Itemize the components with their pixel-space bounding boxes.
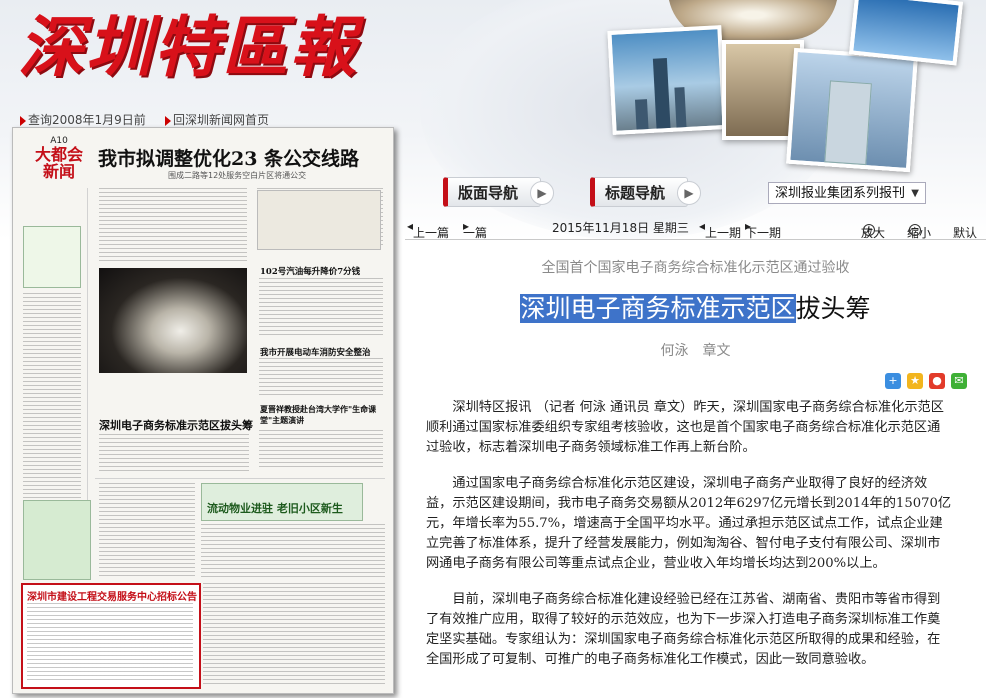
prev-article-link[interactable]: ◂ 上一篇 — [407, 219, 449, 240]
newspaper-select-value: 深圳报业集团系列报刊 — [775, 186, 906, 201]
ad-text — [27, 603, 193, 683]
layout-nav-label: 版面导航 — [458, 184, 519, 202]
article-title-highlighted: 深圳电子商务标准示范区 — [520, 294, 796, 323]
title-nav-label: 标题导航 — [605, 184, 666, 202]
ecommerce-story-text — [99, 434, 249, 474]
thumb-headline[interactable]: 我市拟调整优化23 条公交线路 — [98, 144, 359, 171]
query-archive-link[interactable]: 查询2008年1月9日前 — [20, 111, 146, 128]
thumb-story-ebike[interactable]: 我市开展电动车消防安全整治 — [260, 346, 371, 358]
prev-issue-link[interactable]: ◂ 上一期 — [699, 219, 741, 240]
query-archive-label[interactable]: 查询2008年1月9日前 — [28, 113, 146, 127]
article-body: 深圳特区报讯 （记者 何泳 通讯员 章文）昨天，深圳国家电子商务综合标准化示范区… — [426, 398, 952, 686]
title-nav-button[interactable]: 标题导航 ▶ — [590, 177, 701, 207]
article-paragraph: 目前，深圳电子商务综合标准化建设经验已经在江苏省、湖南省、贵阳市等省市得到了有效… — [426, 592, 941, 667]
property-story-text — [201, 524, 385, 580]
ballet-performance-photo — [99, 268, 247, 373]
issue-date: 2015年11月18日 星期三 — [552, 221, 689, 235]
home-link-label[interactable]: 回深圳新闻网首页 — [173, 113, 269, 127]
weather-box — [23, 226, 81, 288]
arrow-right-icon: ▶ — [677, 181, 701, 205]
dropdown-caret-icon: ▼ — [911, 188, 919, 199]
lecture-story-text — [259, 430, 383, 470]
share-qzone-icon[interactable]: ★ — [907, 373, 923, 389]
article-toolbar: ◂ 上一篇 一篇 ▸ 2015年11月18日 星期三 ◂ 上一期 下一期 ▸ 放大 +… — [405, 214, 986, 240]
tender-announcement-ad: 深圳市建设工程交易服务中心招标公告 — [21, 583, 201, 689]
thumb-story-ecommerce[interactable]: 深圳电子商务标准示范区拔头筹 — [99, 417, 253, 433]
home-link[interactable]: 回深圳新闻网首页 — [165, 111, 269, 128]
ad-title: 深圳市建设工程交易服务中心招标公告 — [27, 592, 197, 603]
section-name: 大都会新闻 — [34, 145, 83, 181]
modern-building-photo — [786, 47, 918, 173]
article-paragraph: 通过国家电子商务综合标准化示范区建设，深圳电子商务产业取得了良好的经济效益，示范… — [426, 476, 952, 571]
red-triangle-icon — [165, 115, 171, 126]
fuel-story-text — [259, 278, 383, 338]
newspaper-page-thumbnail[interactable]: A10 大都会新闻 我市拟调整优化23 条公交线路 围成二路等12处服务空白片区… — [12, 127, 394, 694]
layout-nav-button[interactable]: 版面导航 ▶ — [443, 177, 554, 207]
row-divider — [95, 478, 385, 479]
arrow-right-icon: ▶ — [530, 181, 554, 205]
plus-icon: + — [863, 224, 875, 236]
article-byline: 何泳 章文 — [660, 343, 731, 359]
thumb-story-fuel[interactable]: 102号汽油每升降价7分钱 — [260, 265, 360, 277]
sidebar-ad-box — [23, 500, 91, 580]
red-triangle-icon — [20, 115, 26, 126]
minus-icon: − — [909, 224, 921, 236]
toolbar-divider — [405, 239, 986, 240]
bottom-right-text — [203, 583, 385, 685]
thumb-story-lecture[interactable]: 夏晋祥教授赴台湾大学作"生命课堂"主题演讲 — [260, 404, 384, 426]
newspaper-select[interactable]: 深圳报业集团系列报刊 ▼ — [768, 182, 926, 204]
section-label: A10 大都会新闻 — [33, 136, 85, 180]
share-weibo-icon[interactable]: ● — [929, 373, 945, 389]
data-table — [257, 190, 381, 250]
lead-story-text — [99, 188, 247, 264]
server-rack-photo — [848, 0, 964, 66]
taxi-story-text — [99, 483, 195, 578]
thumb-story-property[interactable]: 流动物业进驻 老旧小区新生 — [207, 500, 343, 516]
city-skyline-photo — [607, 25, 727, 135]
next-article-link[interactable]: 一篇 ▸ — [463, 219, 487, 240]
share-wechat-icon[interactable]: ✉ — [951, 373, 967, 389]
thumb-subheadline: 围成二路等12处服务空白片区将通公交 — [168, 171, 307, 180]
ebike-story-text — [259, 358, 383, 398]
article-title: 深圳电子商务标准示范区拔头筹 — [405, 289, 986, 325]
share-plus-icon[interactable]: + — [885, 373, 901, 389]
article-subtitle: 全国首个国家电子商务综合标准化示范区通过验收 — [541, 260, 850, 276]
article-title-rest: 拔头筹 — [795, 294, 871, 323]
masthead-logo: 深圳特區報 — [18, 8, 358, 86]
next-issue-link[interactable]: 下一期 ▸ — [745, 219, 781, 240]
article-paragraph: 深圳特区报讯 （记者 何泳 通讯员 章文）昨天，深圳国家电子商务综合标准化示范区… — [426, 400, 944, 455]
